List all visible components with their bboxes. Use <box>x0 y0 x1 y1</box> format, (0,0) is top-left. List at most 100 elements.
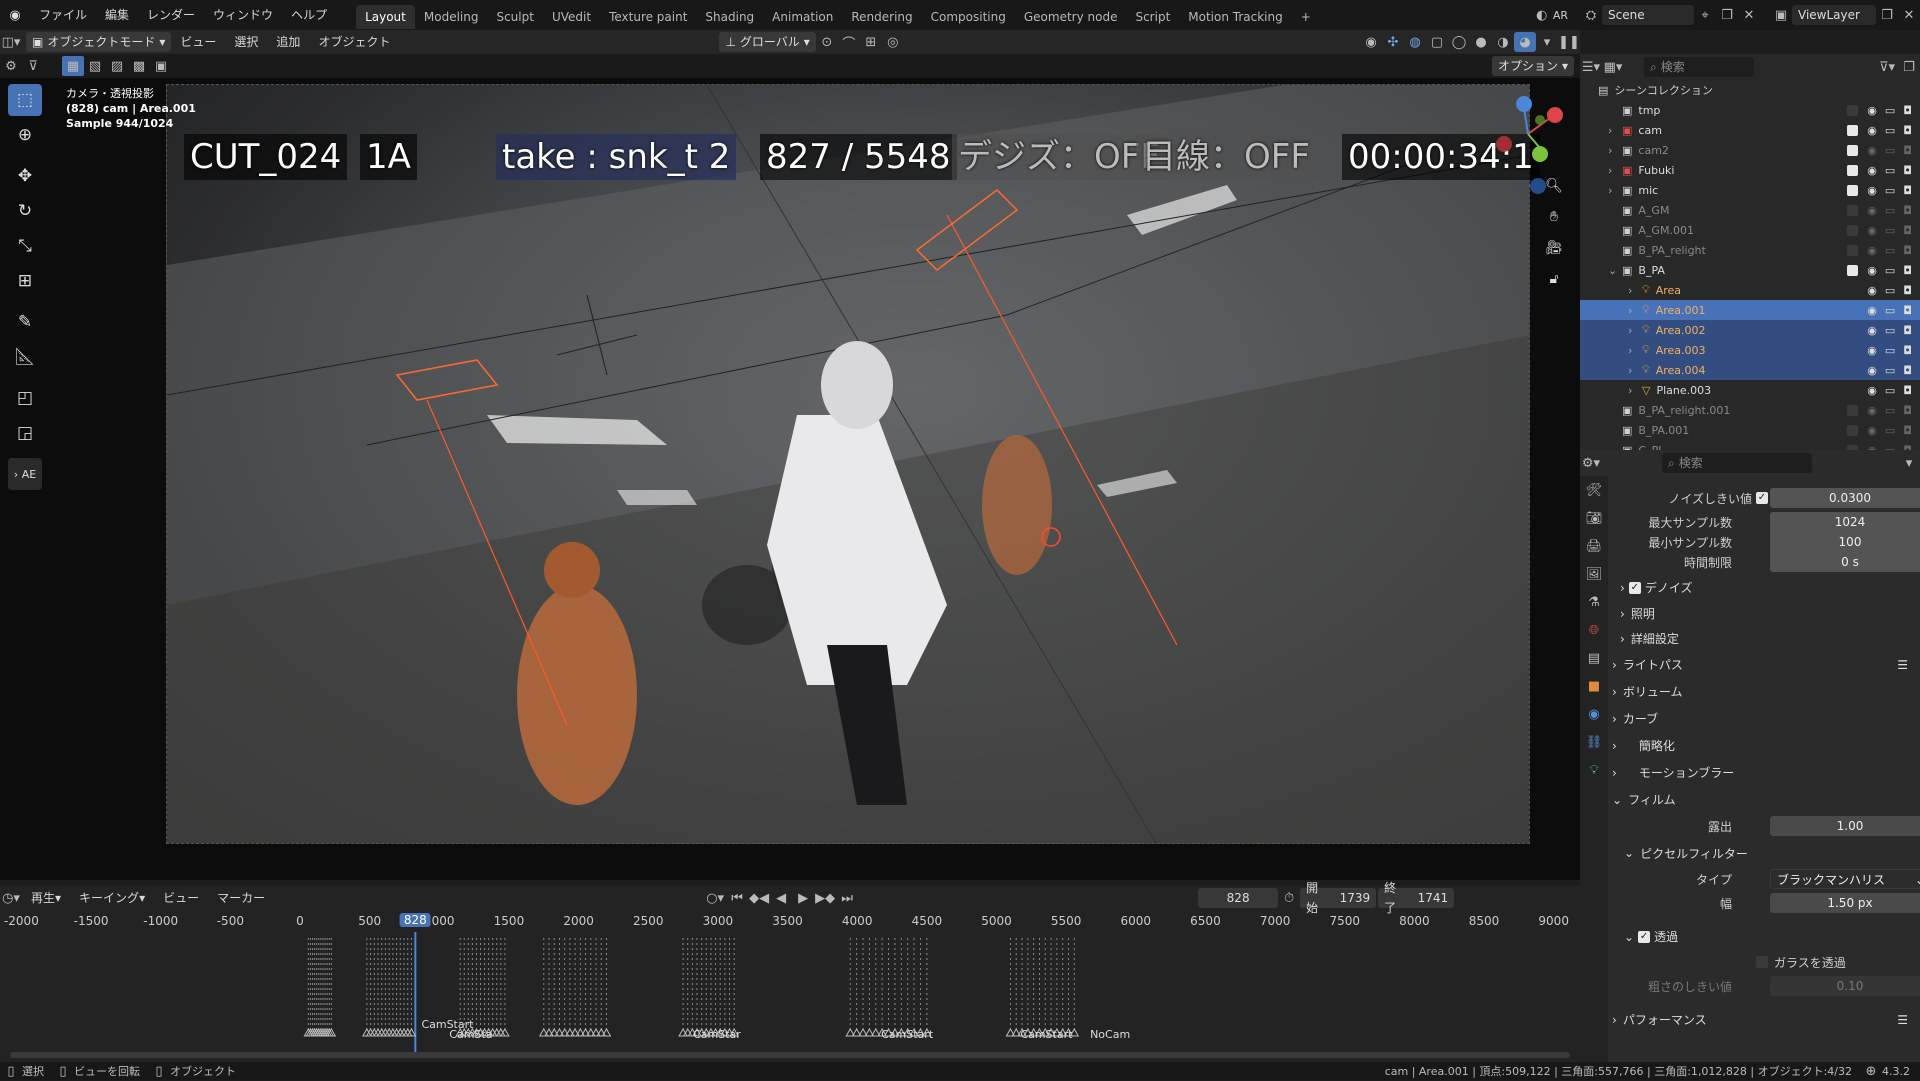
film-panel[interactable]: ⌄ フィルム <box>1608 786 1920 813</box>
blender-logo-icon[interactable]: ◉ <box>0 5 30 25</box>
stopwatch-icon[interactable]: ⏱ <box>1278 888 1300 908</box>
monitor-icon[interactable]: ▭ <box>1885 184 1895 197</box>
monitor-icon[interactable]: ▭ <box>1885 324 1895 337</box>
timeline-editor-icon[interactable]: ◷▾ <box>0 888 22 908</box>
shading-options-icon[interactable]: ▾ <box>1536 32 1558 52</box>
options-dropdown[interactable]: オプション ▾ <box>1491 56 1574 76</box>
monitor-icon[interactable]: ▭ <box>1885 144 1895 157</box>
pixel-filter-subpanel[interactable]: ⌄ ピクセルフィルター <box>1608 839 1920 867</box>
play-reverse-icon[interactable]: ◀ <box>770 888 792 908</box>
outliner-row[interactable]: ▣ A_GM.001 ◉ ▭ ◘ <box>1580 220 1920 240</box>
camera-icon[interactable]: ◘ <box>1903 184 1912 197</box>
denoise-subpanel[interactable]: › ✓ デノイズ <box>1608 574 1920 601</box>
pin-icon[interactable]: ⌖ <box>1694 5 1716 25</box>
constraints-tab-icon[interactable]: ⛓︎ <box>1580 728 1608 756</box>
camera-icon[interactable]: ◘ <box>1903 104 1912 117</box>
monitor-icon[interactable]: ▭ <box>1885 244 1895 257</box>
select-box-mode-icon[interactable]: ▦ <box>62 56 84 76</box>
rotate-tool-icon[interactable]: ↻ <box>8 195 42 227</box>
start-frame-field[interactable]: 開始 1739 <box>1300 881 1377 915</box>
pan-hand-icon[interactable]: ✋︎ <box>1540 203 1568 231</box>
marker-triangle[interactable] <box>500 1027 510 1037</box>
camera-icon[interactable]: ◘ <box>1903 144 1912 157</box>
outliner-row[interactable]: › 💡︎ Area.004 ◉ ▭ ◘ <box>1580 360 1920 380</box>
physics-tab-icon[interactable]: ◉ <box>1580 700 1608 728</box>
motion-blur-checkbox[interactable] <box>1623 767 1635 779</box>
gizmo-icon[interactable]: ✣ <box>1382 32 1404 52</box>
camera-icon[interactable]: ◘ <box>1903 124 1912 137</box>
monitor-icon[interactable]: ▭ <box>1885 204 1895 217</box>
outliner-row[interactable]: › ▣ Fubuki ◉ ▭ ◘ <box>1580 160 1920 180</box>
view-menu[interactable]: ビュー <box>154 883 208 913</box>
monitor-icon[interactable]: ▭ <box>1885 344 1895 357</box>
curves-panel[interactable]: › カーブ <box>1608 705 1920 732</box>
menu-window[interactable]: ウィンドウ <box>204 0 282 30</box>
select-extend-icon[interactable]: ▧ <box>84 56 106 76</box>
prev-keyframe-icon[interactable]: ◆◀ <box>748 888 770 908</box>
simplify-panel[interactable]: › 簡略化 <box>1608 732 1920 759</box>
menu-edit[interactable]: 編集 <box>96 0 138 30</box>
ar-label[interactable]: AR <box>1553 9 1568 22</box>
visibility-icon[interactable]: ◉ <box>1360 32 1382 52</box>
menu-help[interactable]: ヘルプ <box>282 0 336 30</box>
lock-camera-icon[interactable]: 🔓︎ <box>1540 265 1568 293</box>
noise-threshold-checkbox[interactable]: ✓ <box>1756 492 1768 504</box>
world-tab-icon[interactable]: 🌐︎ <box>1580 616 1608 644</box>
exclude-checkbox[interactable] <box>1847 124 1858 136</box>
filter-icon[interactable]: ⊽▾ <box>1876 57 1898 77</box>
chevron-right-icon[interactable]: › <box>1628 364 1642 377</box>
snap-icon[interactable]: ⌒ <box>838 32 860 52</box>
monitor-icon[interactable]: ▭ <box>1885 404 1895 417</box>
monitor-icon[interactable]: ▭ <box>1885 284 1895 297</box>
marker-menu[interactable]: マーカー <box>208 883 274 913</box>
tab-uvedit[interactable]: UVedit <box>543 5 600 29</box>
filter-type-dropdown[interactable]: ブラックマンハリス ⌄ <box>1770 869 1920 889</box>
pivot-icon[interactable]: ⊙ <box>816 32 838 52</box>
light-paths-panel[interactable]: › ライトパス ☰ <box>1608 651 1920 678</box>
marker-label[interactable]: CamStar <box>693 1028 741 1041</box>
eye-icon[interactable]: ◉ <box>1867 404 1877 417</box>
output-tab-icon[interactable]: 🖨︎ <box>1580 532 1608 560</box>
monitor-icon[interactable]: ▭ <box>1885 364 1895 377</box>
settings-icon[interactable]: ⚙ <box>0 56 22 76</box>
playhead-frame-badge[interactable]: 828 <box>399 913 431 927</box>
zoom-icon[interactable]: 🔍︎ <box>1540 172 1568 200</box>
max-samples-field[interactable]: 1024 <box>1770 512 1920 532</box>
scene-selector[interactable]: Scene <box>1602 5 1694 25</box>
chevron-right-icon[interactable]: › <box>1608 164 1622 177</box>
outliner-row[interactable]: ▣ B_PA_relight ◉ ▭ ◘ <box>1580 240 1920 260</box>
chevron-right-icon[interactable]: › <box>1628 284 1642 297</box>
monitor-icon[interactable]: ▭ <box>1885 384 1895 397</box>
editor-type-icon[interactable]: ◫▾ <box>0 32 22 52</box>
object-tab-icon[interactable]: ■ <box>1580 672 1608 700</box>
mode-selector[interactable]: ▣ オブジェクトモード ▾ <box>26 32 172 52</box>
outliner-row[interactable]: ▣ B_PA.001 ◉ ▭ ◘ <box>1580 420 1920 440</box>
view-layer-selector[interactable]: ViewLayer <box>1792 5 1876 25</box>
wireframe-shading-icon[interactable]: ◯ <box>1448 32 1470 52</box>
jump-start-icon[interactable]: ⏮ <box>726 888 748 908</box>
outliner-row[interactable]: › 💡︎ Area.003 ◉ ▭ ◘ <box>1580 340 1920 360</box>
marker-triangle[interactable] <box>491 1027 502 1037</box>
monitor-icon[interactable]: ▭ <box>1885 224 1895 237</box>
eye-icon[interactable]: ◉ <box>1867 344 1877 357</box>
select-box-tool-icon[interactable]: ⬚ <box>8 84 42 116</box>
exclude-checkbox[interactable] <box>1847 164 1858 176</box>
tab-compositing[interactable]: Compositing <box>922 5 1015 29</box>
eye-icon[interactable]: ◉ <box>1867 224 1877 237</box>
camera-icon[interactable]: ◘ <box>1903 384 1912 397</box>
scale-tool-icon[interactable]: ⤡ <box>8 230 42 262</box>
next-keyframe-icon[interactable]: ▶◆ <box>814 888 836 908</box>
eye-icon[interactable]: ◉ <box>1867 264 1877 277</box>
exclude-checkbox[interactable] <box>1847 264 1858 276</box>
move-tool-icon[interactable]: ✥ <box>8 160 42 192</box>
eye-icon[interactable]: ◉ <box>1867 204 1877 217</box>
camera-icon[interactable]: ◘ <box>1903 204 1912 217</box>
monitor-icon[interactable]: ▭ <box>1885 304 1895 317</box>
filter-icon[interactable]: ⊽ <box>22 56 44 76</box>
eye-icon[interactable]: ◉ <box>1867 284 1877 297</box>
motion-blur-panel[interactable]: › モーションブラー <box>1608 759 1920 786</box>
camera-icon[interactable]: ◘ <box>1903 224 1912 237</box>
noise-threshold-field[interactable]: 0.0300 <box>1770 488 1920 508</box>
menu-select[interactable]: 選択 <box>225 27 267 57</box>
outliner-row[interactable]: › 💡︎ Area.002 ◉ ▭ ◘ <box>1580 320 1920 340</box>
